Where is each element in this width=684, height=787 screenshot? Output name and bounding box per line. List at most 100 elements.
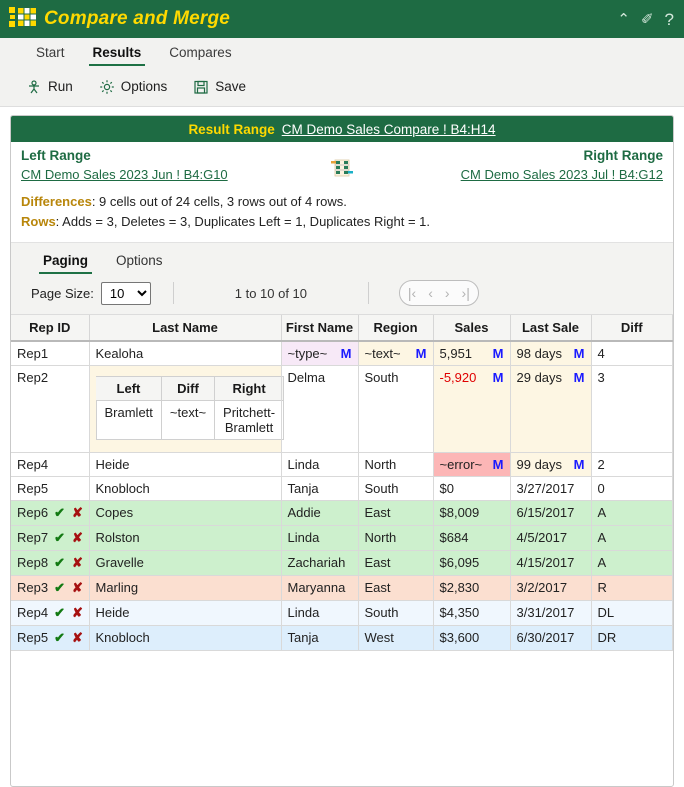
grid-cell[interactable]: Linda (281, 525, 359, 552)
grid-cell[interactable]: DR (591, 625, 673, 652)
grid-cell[interactable]: 3/27/2017 (510, 476, 592, 502)
grid-cell[interactable]: 2 (591, 452, 673, 478)
save-button[interactable]: Save (183, 75, 256, 99)
grid-cell[interactable]: $4,350 (433, 600, 511, 627)
grid-cell[interactable]: ~text~ M (358, 341, 434, 367)
grid-cell[interactable]: Delma (281, 365, 359, 454)
grid-cell[interactable]: 5,951 M (433, 341, 511, 367)
accept-row-icon[interactable]: ✔ (54, 605, 65, 620)
grid-cell[interactable]: South (358, 365, 434, 454)
last-name-cell[interactable]: Left Diff Right Bramlett ~text~ Pritchett-Bra… (89, 365, 285, 454)
tab-compares[interactable]: Compares (155, 38, 245, 67)
grid-cell[interactable]: Linda (281, 452, 359, 478)
next-page-icon[interactable]: › (445, 286, 450, 300)
grid-cell[interactable]: 3/2/2017 (510, 575, 592, 602)
last-page-icon[interactable]: ›| (462, 286, 470, 300)
table-row[interactable]: Rep4 ✔ ✘ Heide Linda South $4,350 3/31/2017 DL (11, 600, 673, 627)
row-id-cell[interactable]: Rep5 ✔ ✘ (11, 625, 90, 652)
grid-cell[interactable]: 29 days M (510, 365, 592, 454)
last-name-cell[interactable]: Marling (89, 575, 282, 602)
row-id-cell[interactable]: Rep7 ✔ ✘ (11, 525, 90, 552)
row-id-cell[interactable]: Rep5 (11, 476, 90, 502)
grid-header-cell[interactable]: Diff (591, 315, 673, 343)
last-name-cell[interactable]: Heide (89, 600, 282, 627)
grid-cell[interactable]: $3,600 (433, 625, 511, 652)
last-name-cell[interactable]: Knobloch (89, 476, 282, 502)
grid-cell[interactable]: East (358, 550, 434, 577)
row-id-cell[interactable]: Rep1 (11, 341, 90, 367)
grid-cell[interactable]: North (358, 525, 434, 552)
row-id-cell[interactable]: Rep6 ✔ ✘ (11, 500, 90, 527)
table-row[interactable]: Rep6 ✔ ✘ Copes Addie East $8,009 6/15/2017 A (11, 500, 673, 527)
grid-cell[interactable]: 4/15/2017 (510, 550, 592, 577)
grid-cell[interactable]: Zachariah (281, 550, 359, 577)
last-name-cell[interactable]: Gravelle (89, 550, 282, 577)
grid-cell[interactable]: North (358, 452, 434, 478)
accept-row-icon[interactable]: ✔ (54, 630, 65, 645)
chevron-up-icon[interactable]: ⌃ (617, 12, 630, 27)
pin-icon[interactable]: ✐ (641, 12, 654, 27)
options-button[interactable]: Options (89, 75, 178, 99)
grid-header-cell[interactable]: Last Sale (510, 315, 592, 343)
grid-cell[interactable]: $8,009 (433, 500, 511, 527)
subtab-paging[interactable]: Paging (31, 249, 100, 275)
tab-start[interactable]: Start (22, 38, 79, 67)
grid-cell[interactable]: 6/30/2017 (510, 625, 592, 652)
row-id-cell[interactable]: Rep8 ✔ ✘ (11, 550, 90, 577)
accept-row-icon[interactable]: ✔ (54, 505, 65, 520)
last-name-cell[interactable]: Rolston (89, 525, 282, 552)
table-row[interactable]: Rep5 ✔ ✘ Knobloch Tanja West $3,600 6/30/2017 DR (11, 625, 673, 652)
table-row[interactable]: Rep7 ✔ ✘ Rolston Linda North $684 4/5/2017 A (11, 525, 673, 552)
grid-cell[interactable]: $0 (433, 476, 511, 502)
grid-cell[interactable]: 3/31/2017 (510, 600, 592, 627)
row-id-cell[interactable]: Rep4 (11, 452, 90, 478)
row-id-cell[interactable]: Rep4 ✔ ✘ (11, 600, 90, 627)
grid-cell[interactable]: Maryanna (281, 575, 359, 602)
grid-header-cell[interactable]: First Name (281, 315, 359, 343)
grid-cell[interactable]: 4/5/2017 (510, 525, 592, 552)
reject-row-icon[interactable]: ✘ (72, 530, 83, 545)
row-id-cell[interactable]: Rep3 ✔ ✘ (11, 575, 90, 602)
reject-row-icon[interactable]: ✘ (72, 580, 83, 595)
last-name-cell[interactable]: Heide (89, 452, 282, 478)
accept-row-icon[interactable]: ✔ (54, 580, 65, 595)
reject-row-icon[interactable]: ✘ (72, 630, 83, 645)
reject-row-icon[interactable]: ✘ (72, 555, 83, 570)
table-row[interactable]: Rep1 Kealoha ~type~ M ~text~ M 5,951 M 98 days M 4 (11, 341, 673, 367)
result-range-link[interactable]: CM Demo Sales Compare ! B4:H14 (282, 122, 496, 137)
subtab-options[interactable]: Options (104, 249, 175, 274)
help-icon[interactable]: ? (665, 11, 674, 28)
grid-header-cell[interactable]: Region (358, 315, 434, 343)
grid-cell[interactable]: 4 (591, 341, 673, 367)
grid-cell[interactable]: $684 (433, 525, 511, 552)
last-name-cell[interactable]: Kealoha (89, 341, 282, 367)
grid-cell[interactable]: 6/15/2017 (510, 500, 592, 527)
left-range-link[interactable]: CM Demo Sales 2023 Jun ! B4:G10 (21, 167, 228, 182)
table-row[interactable]: Rep8 ✔ ✘ Gravelle Zachariah East $6,095 4/15/20… (11, 550, 673, 577)
grid-cell[interactable]: 98 days M (510, 341, 592, 367)
grid-cell[interactable]: ~error~ M (433, 452, 511, 478)
grid-cell[interactable]: Tanja (281, 476, 359, 502)
table-row[interactable]: Rep4 Heide Linda North ~error~ M 99 days M 2 (11, 452, 673, 478)
prev-page-icon[interactable]: ‹ (428, 286, 433, 300)
grid-cell[interactable]: Linda (281, 600, 359, 627)
accept-row-icon[interactable]: ✔ (54, 530, 65, 545)
tab-results[interactable]: Results (79, 38, 156, 67)
table-row[interactable]: Rep3 ✔ ✘ Marling Maryanna East $2,830 3/2/2017 R (11, 575, 673, 602)
grid-cell[interactable]: ~type~ M (281, 341, 359, 367)
compare-ranges-icon[interactable] (330, 158, 354, 183)
grid-header-cell[interactable]: Rep ID (11, 315, 90, 343)
grid-cell[interactable]: $6,095 (433, 550, 511, 577)
row-id-cell[interactable]: Rep2 (11, 365, 90, 454)
table-row[interactable]: Rep5 Knobloch Tanja South $0 3/27/2017 0 (11, 476, 673, 502)
grid-cell[interactable]: -5,920 M (433, 365, 511, 454)
grid-cell[interactable]: Addie (281, 500, 359, 527)
right-range-link[interactable]: CM Demo Sales 2023 Jul ! B4:G12 (461, 167, 663, 182)
grid-cell[interactable]: R (591, 575, 673, 602)
run-button[interactable]: Run (16, 75, 83, 99)
reject-row-icon[interactable]: ✘ (72, 505, 83, 520)
grid-cell[interactable]: $2,830 (433, 575, 511, 602)
grid-cell[interactable]: 3 (591, 365, 673, 454)
last-name-cell[interactable]: Copes (89, 500, 282, 527)
grid-cell[interactable]: 0 (591, 476, 673, 502)
